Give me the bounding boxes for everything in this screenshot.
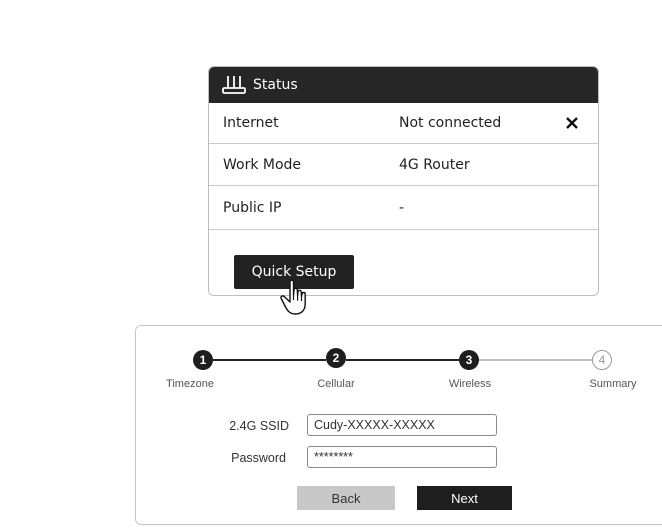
internet-value: Not connected xyxy=(399,115,502,131)
step-2-label: Cellular xyxy=(317,378,355,390)
ssid-label: 2.4G SSID xyxy=(229,419,289,433)
work-mode-value: 4G Router xyxy=(399,156,470,173)
status-title: Status xyxy=(253,77,298,93)
status-header: Status xyxy=(209,67,598,103)
step-4-label: Summary xyxy=(589,378,637,390)
step-3-label: Wireless xyxy=(448,378,492,390)
back-button[interactable]: Back xyxy=(297,486,395,510)
quick-setup-wizard: 1 2 3 4 Timezone Cellular Wireless Summa… xyxy=(135,325,662,525)
progress-line-1-2 xyxy=(213,359,326,361)
status-row-work-mode: Work Mode 4G Router xyxy=(209,144,598,186)
next-button[interactable]: Next xyxy=(417,486,512,510)
ssid-input[interactable]: Cudy-XXXXX-XXXXX xyxy=(307,414,497,436)
hand-cursor-icon xyxy=(280,279,306,315)
password-label: Password xyxy=(231,451,286,465)
status-panel: Status Internet Not connected Work Mode … xyxy=(208,66,599,296)
step-4-circle: 4 xyxy=(592,350,612,370)
progress-line-2-3 xyxy=(346,359,459,361)
progress-line-3-4 xyxy=(479,359,592,361)
status-row-public-ip: Public IP - xyxy=(209,186,598,230)
step-1-label: Timezone xyxy=(166,378,214,390)
router-icon xyxy=(222,76,246,94)
public-ip-value: - xyxy=(399,199,405,216)
internet-label: Internet xyxy=(223,115,279,131)
status-row-internet: Internet Not connected xyxy=(209,103,598,144)
work-mode-label: Work Mode xyxy=(223,156,302,173)
step-3-circle: 3 xyxy=(459,350,479,370)
step-1-circle: 1 xyxy=(193,350,213,370)
public-ip-label: Public IP xyxy=(223,199,282,216)
password-input[interactable]: ******** xyxy=(307,446,497,468)
step-2-circle: 2 xyxy=(326,348,346,368)
close-icon xyxy=(566,117,578,129)
